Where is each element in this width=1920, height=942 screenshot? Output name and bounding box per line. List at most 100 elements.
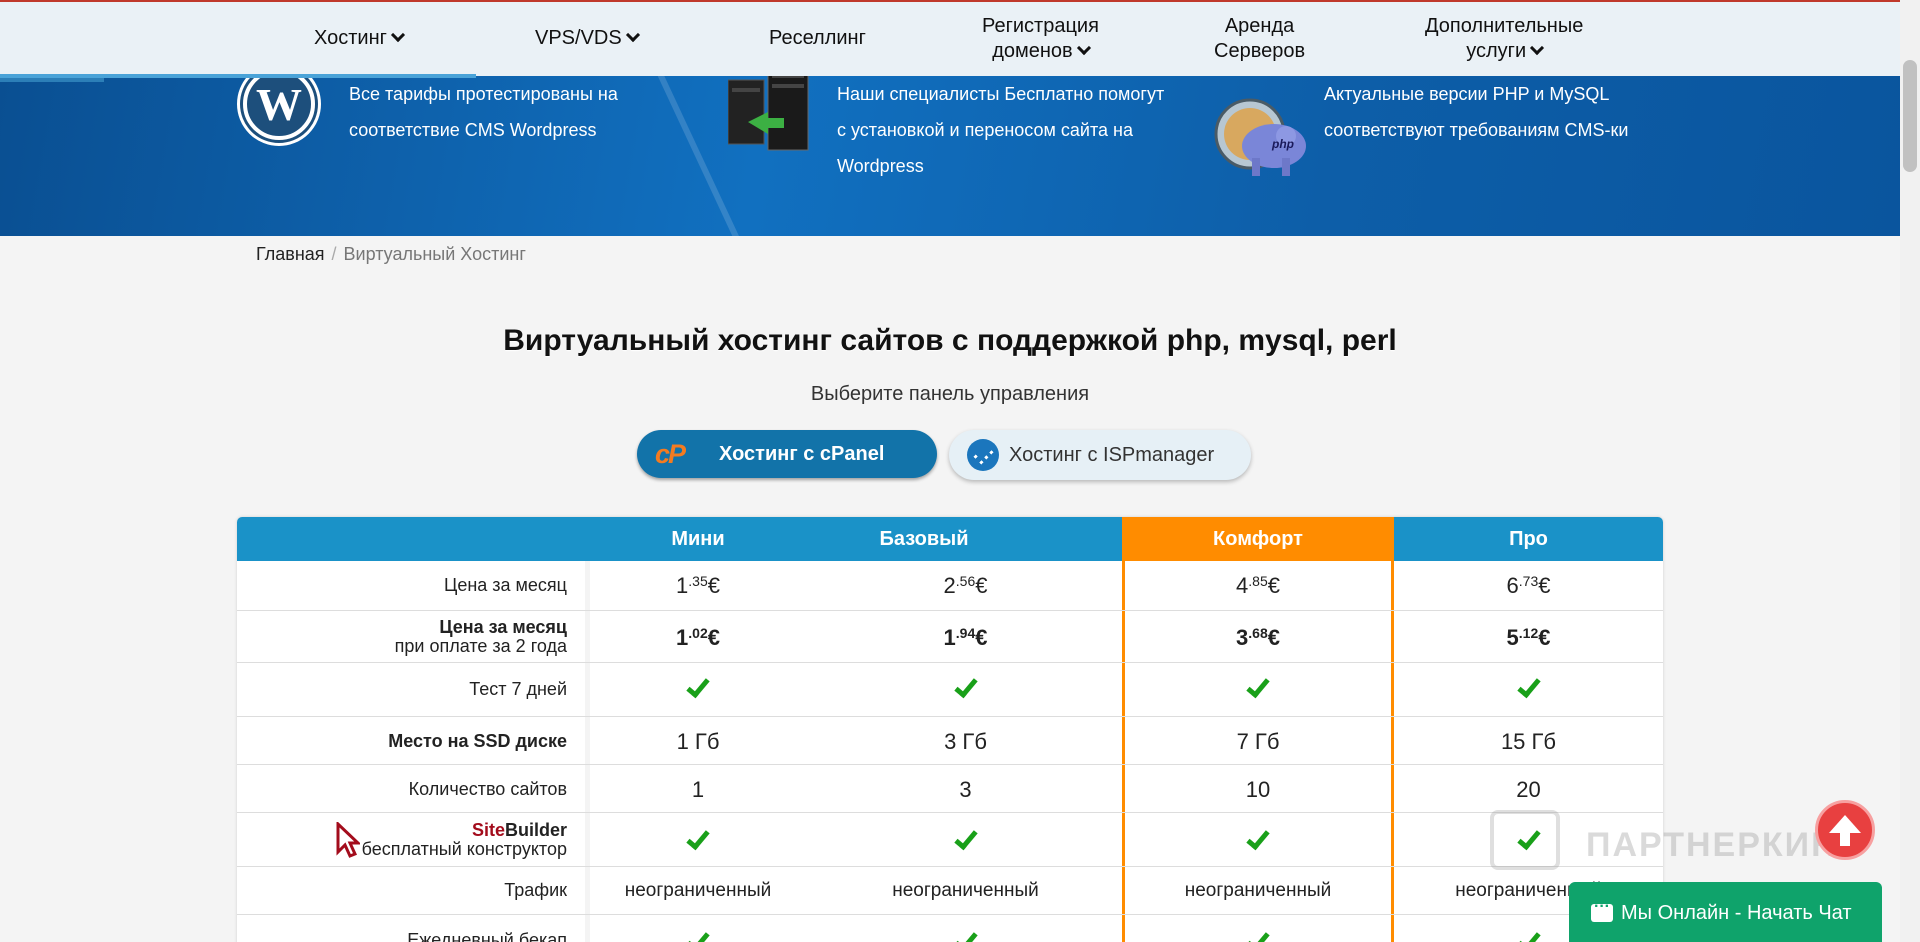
- wp-feature-line1: Все тарифы протестированы на: [349, 84, 618, 104]
- breadcrumb-current: Виртуальный Хостинг: [343, 244, 526, 264]
- price-frac: .85: [1248, 573, 1268, 589]
- support-feature-line2: с установкой и переносом сайта на: [837, 120, 1133, 140]
- nav-servers[interactable]: Аренда Серверов: [1214, 14, 1305, 64]
- scrollbar-thumb[interactable]: [1903, 60, 1917, 172]
- price2-base: 1.94€: [809, 625, 1122, 651]
- row-label-ssd: Место на SSD диске: [388, 731, 567, 751]
- wordpress-icon: W: [237, 76, 321, 146]
- nav-servers-label2: Серверов: [1214, 40, 1306, 62]
- sitebuilder-base: [809, 825, 1122, 855]
- nav-domains-label2: доменов: [992, 40, 1073, 62]
- nav-extra-label: Дополнительные: [1425, 15, 1584, 37]
- php-feature-line1: Актуальные версии PHP и MySQL: [1324, 84, 1610, 104]
- traffic-mini: неограниченный: [624, 880, 772, 901]
- currency: €: [975, 573, 988, 598]
- nav-reselling[interactable]: Реселлинг: [769, 26, 866, 51]
- price-frac: .68: [1248, 625, 1268, 641]
- test-pro: [1394, 673, 1663, 703]
- row-label-price: Цена за месяц: [444, 575, 567, 595]
- check-icon: [686, 927, 710, 942]
- nav-extra[interactable]: Дополнительные услуги: [1425, 14, 1583, 64]
- currency: €: [1538, 625, 1551, 650]
- ssd-comfort: 7 Гб: [1236, 729, 1280, 754]
- nav-reselling-label: Реселлинг: [769, 27, 866, 49]
- ispmanager-hosting-label: Хостинг с ISPmanager: [1009, 443, 1215, 466]
- nav-hosting[interactable]: Хостинг: [314, 26, 405, 51]
- test-comfort: [1125, 673, 1391, 703]
- test-mini: [587, 673, 809, 703]
- table-row-price-2y: Цена за месяц при оплате за 2 года 1.02€…: [237, 611, 1663, 663]
- ispmanager-icon: [967, 439, 999, 471]
- currency: €: [1538, 573, 1551, 598]
- php-feature-line2: соответствуют требованиям CMS-ки: [1324, 120, 1629, 140]
- ssd-pro: 15 Гб: [1500, 729, 1557, 754]
- scroll-to-top-button[interactable]: [1815, 800, 1875, 860]
- price-frac: .02: [688, 625, 708, 641]
- price-frac: .35: [688, 573, 708, 589]
- currency: €: [707, 625, 720, 650]
- plan-header-pro: Про: [1509, 528, 1548, 550]
- wp-feature-text: Все тарифы протестированы на соответстви…: [349, 76, 618, 148]
- live-chat-button[interactable]: Мы Онлайн - Начать Чат: [1569, 882, 1882, 942]
- support-feature-text: Наши специалисты Бесплатно помогут с уст…: [837, 76, 1164, 184]
- arrow-up-icon: [1829, 815, 1861, 846]
- nav-domains-label: Регистрация: [982, 15, 1099, 37]
- row-label-backup: Ежедневный бекап: [407, 930, 567, 942]
- table-row-test: Тест 7 дней: [237, 663, 1663, 717]
- price-comfort: 4.85€: [1125, 573, 1391, 599]
- currency: €: [1267, 573, 1280, 598]
- plan-header-comfort: Комфорт: [1122, 517, 1394, 561]
- price-mini: 1.35€: [587, 573, 809, 599]
- price-int: 1: [676, 573, 689, 598]
- currency: €: [707, 573, 720, 598]
- table-row-ssd: Место на SSD диске 1 Гб 3 Гб 7 Гб 15 Гб: [237, 717, 1663, 765]
- pricing-table: Мини Базовый Комфорт Про Цена за месяц 1…: [237, 517, 1663, 942]
- price-int: 1: [943, 625, 956, 650]
- row-label-traffic: Трафик: [504, 880, 567, 900]
- chevron-down-icon: [1076, 40, 1091, 56]
- cpanel-hosting-label: Хостинг с cPanel: [719, 442, 885, 465]
- currency: €: [1267, 625, 1280, 650]
- check-icon: [1516, 927, 1541, 942]
- price-int: 2: [943, 573, 956, 598]
- price2-pro: 5.12€: [1394, 625, 1663, 651]
- cpanel-hosting-button[interactable]: cP Хостинг с cPanel: [637, 430, 937, 478]
- backup-base: [809, 927, 1122, 942]
- check-icon: [953, 825, 978, 851]
- backup-mini: [587, 927, 809, 942]
- check-icon: [1246, 673, 1270, 699]
- top-navigation: Хостинг VPS/VDS Реселлинг Регистрация до…: [0, 0, 1900, 82]
- live-chat-label: Мы Онлайн - Начать Чат: [1621, 901, 1852, 924]
- row-label-sitebuilder: SiteBuilder бесплатный конструктор: [237, 821, 567, 859]
- row-label-sites: Количество сайтов: [408, 779, 567, 799]
- price2-mini: 1.02€: [587, 625, 809, 651]
- row-label-price-2y-main: Цена за месяц: [439, 617, 567, 637]
- check-icon: [1246, 927, 1270, 942]
- row-label-price-2y-sub: при оплате за 2 года: [394, 636, 567, 656]
- price2-comfort: 3.68€: [1125, 625, 1391, 651]
- support-feature-line1: Наши специалисты Бесплатно помогут: [837, 84, 1165, 104]
- nav-vps[interactable]: VPS/VDS: [535, 26, 640, 51]
- nav-domains[interactable]: Регистрация доменов: [982, 14, 1099, 64]
- breadcrumb-home[interactable]: Главная: [256, 244, 325, 264]
- pricing-table-header: Мини Базовый Комфорт Про: [237, 517, 1663, 561]
- breadcrumb: Главная / Виртуальный Хостинг: [256, 244, 526, 265]
- table-row-price: Цена за месяц 1.35€ 2.56€ 4.85€ 6.73€: [237, 561, 1663, 611]
- sitebuilder-cursor-icon: [336, 822, 360, 858]
- ispmanager-hosting-button[interactable]: Хостинг с ISPmanager: [949, 430, 1251, 480]
- sites-pro: 20: [1516, 777, 1541, 802]
- sites-mini: 1: [691, 777, 705, 802]
- sitebuilder-label-site: Site: [471, 820, 505, 840]
- price-frac: .56: [955, 573, 976, 589]
- backup-comfort: [1125, 927, 1391, 942]
- row-label-test: Тест 7 дней: [469, 679, 567, 699]
- price-int: 3: [1236, 625, 1249, 650]
- price-frac: .73: [1518, 573, 1539, 589]
- table-row-traffic: Трафик неограниченный неограниченный нео…: [237, 867, 1663, 915]
- check-icon: [1246, 825, 1270, 851]
- php-feature-text: Актуальные версии PHP и MySQL соответств…: [1324, 76, 1628, 148]
- price-frac: .12: [1518, 625, 1539, 641]
- ssd-mini: 1 Гб: [676, 729, 720, 754]
- page-scrollbar[interactable]: [1900, 0, 1920, 942]
- price-int: 1: [676, 625, 689, 650]
